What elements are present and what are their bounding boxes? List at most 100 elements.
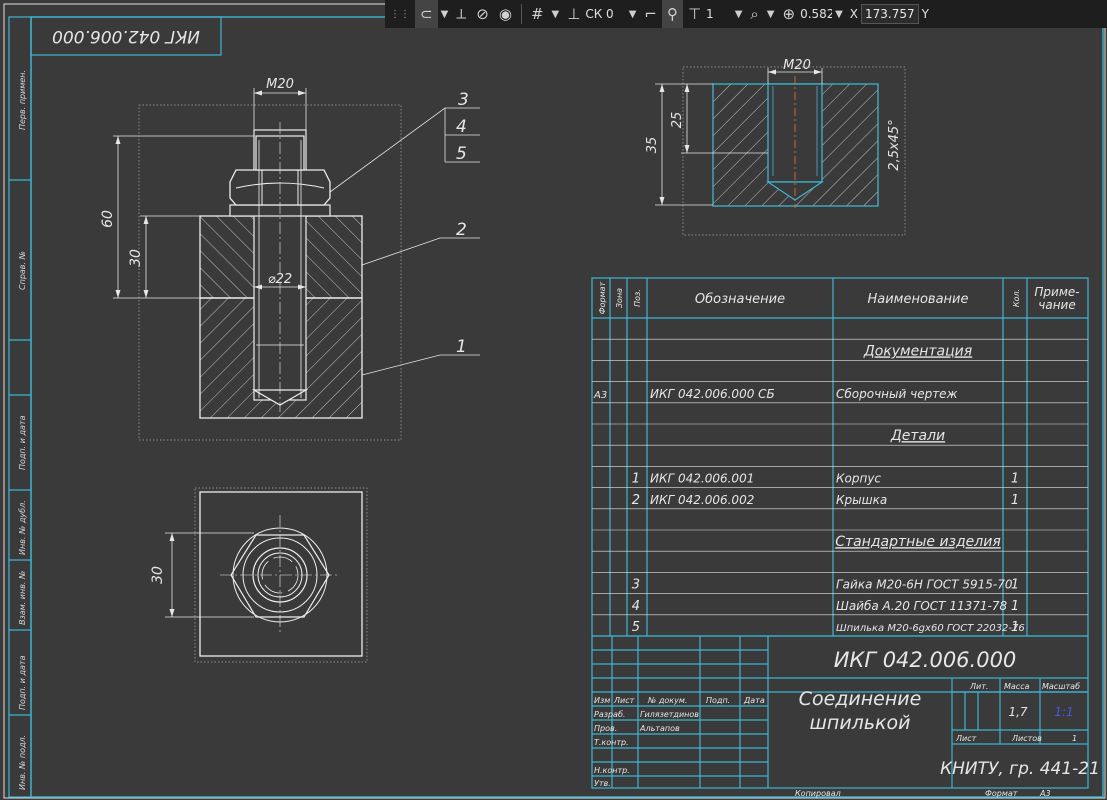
magnet-snap-icon[interactable]: ⊂ xyxy=(415,0,438,28)
front-dim-30: 30 xyxy=(128,249,144,267)
layer-icon[interactable]: ⊤ xyxy=(683,0,706,28)
top-dim-30: 30 xyxy=(150,566,166,584)
zoom-dropdown-chevron-icon[interactable]: ▼ xyxy=(832,9,846,20)
front-dim-m20: М20 xyxy=(266,77,294,92)
step-icon[interactable]: ⌐ xyxy=(639,0,662,28)
spec-cell-designation: ИКГ 042.006.000 СБ xyxy=(650,387,775,401)
top-stamp-text: ИКГ 042.006.000 xyxy=(52,26,200,46)
grip-icon[interactable]: ⋮⋮ xyxy=(385,0,415,28)
spec-cell-designation: ИКГ 042.006.001 xyxy=(650,472,754,486)
hide-icon[interactable]: ⊘ xyxy=(471,0,494,28)
tb-format-label: Формат xyxy=(985,789,1018,798)
spec-cell-name: Сборочный чертеж xyxy=(836,387,958,401)
spec-cell-qty: 1 xyxy=(1011,493,1019,508)
tb-scale-value: 1:1 xyxy=(1054,705,1073,719)
callout-2: 2 xyxy=(456,220,467,240)
spec-cell-name: Шпилька М20-6gх60 ГОСТ 22032-76 xyxy=(836,623,1025,634)
title-name-line2: шпилькой xyxy=(810,712,911,734)
side-stamp-labels: Перв. примен. Справ. № Подп. и дата Инв.… xyxy=(18,70,27,790)
tb-col-sign: Подп. xyxy=(706,696,730,705)
front-dim-60: 60 xyxy=(100,210,116,228)
tb-col-date: Дата xyxy=(743,696,765,705)
spec-cell-pos: 1 xyxy=(632,472,640,487)
tb-listov-value: 1 xyxy=(1072,734,1077,743)
tb-col-doc: № докум. xyxy=(647,696,687,705)
callout-5: 5 xyxy=(456,144,467,164)
callout-3: 3 xyxy=(458,90,469,110)
tb-org: КНИТУ, гр. 441-21 xyxy=(940,759,1100,779)
spec-cell-pos: 3 xyxy=(632,578,640,593)
top-view[interactable]: 30 xyxy=(150,487,368,663)
spec-cell-name: Документация xyxy=(863,343,972,359)
title-designation: ИКГ 042.006.000 xyxy=(834,648,1017,672)
sheet-frame xyxy=(3,3,1106,799)
spec-cell-name: Стандартные изделия xyxy=(835,534,1001,550)
layer-link-icon[interactable]: ⚲ xyxy=(661,0,683,28)
detail-view[interactable]: М20 35 25 2,5x45° xyxy=(645,58,906,236)
side-label-podp1: Подп. и дата xyxy=(18,415,27,470)
detail-dim-chamfer: 2,5x45° xyxy=(887,119,902,170)
callout-4: 4 xyxy=(456,117,467,137)
show-icon[interactable]: ◉ xyxy=(494,0,517,28)
detail-dim-35: 35 xyxy=(645,137,660,154)
side-label-sprav: Справ. № xyxy=(18,251,27,290)
tb-format-value: А3 xyxy=(1039,789,1051,798)
callout-1: 1 xyxy=(456,337,467,357)
tb-lit: Лит. xyxy=(969,682,988,691)
spec-header-designation: Обозначение xyxy=(695,292,785,307)
spec-cell-pos: 4 xyxy=(632,599,640,614)
snap-dropdown-chevron-icon[interactable]: ▼ xyxy=(438,9,452,20)
grid-icon[interactable]: # xyxy=(526,0,549,28)
tb-razrab: Разраб. xyxy=(594,710,625,719)
toolbar-separator xyxy=(520,4,522,24)
layer-dropdown-chevron-icon[interactable]: ▼ xyxy=(732,9,746,20)
spec-cell-qty: 1 xyxy=(1011,620,1019,635)
tb-col-izm: Изм xyxy=(594,696,610,705)
coordinate-system-icon[interactable]: ⊥ xyxy=(562,0,585,28)
spec-cell-name: Детали xyxy=(890,428,945,444)
zoom-icon[interactable]: ⊕ xyxy=(778,0,801,28)
spec-cell-name: Гайка М20-6Н ГОСТ 5915-70 xyxy=(836,578,1013,592)
spec-header-format: Формат xyxy=(598,281,607,314)
layer-select[interactable]: 1 xyxy=(706,7,714,21)
side-label-vzam: Взам. инв. № xyxy=(18,571,27,625)
orthogonal-icon[interactable]: ⟂ xyxy=(451,0,471,28)
cs-dropdown-chevron-icon[interactable]: ▼ xyxy=(626,9,640,20)
tb-prov: Пров. xyxy=(594,724,617,733)
tb-listov: Листов xyxy=(1011,734,1042,743)
zoom-input[interactable]: 0.582 xyxy=(800,7,832,21)
tb-tkontr: Т.контр. xyxy=(594,738,629,747)
tb-mass-value: 1,7 xyxy=(1008,705,1027,719)
spec-cell-qty: 1 xyxy=(1011,472,1019,487)
coordinate-system-select[interactable]: СК 0 xyxy=(585,7,613,21)
tb-utv: Утв. xyxy=(594,779,611,788)
side-label-podl: Инв. № подл. xyxy=(18,735,27,790)
x-coord-field[interactable]: 173.757 xyxy=(861,4,919,24)
tb-prov-name: Альтапов xyxy=(639,724,680,733)
specification-table[interactable]: Формат Зона Поз. Обозначение Наименовани… xyxy=(591,277,1089,637)
spec-header-zone: Зона xyxy=(615,288,624,308)
spec-cell-qty: 1 xyxy=(1011,578,1019,593)
spec-cell-name: Корпус xyxy=(836,472,881,486)
top-stamp: ИКГ 042.006.000 xyxy=(30,16,222,56)
front-dim-d22: ⌀22 xyxy=(268,272,292,287)
view-search-icon[interactable]: ⌕ xyxy=(745,0,763,28)
side-label-podp2: Подп. и дата xyxy=(18,655,27,710)
tb-copied: Копировал xyxy=(795,789,841,798)
detail-dim-25: 25 xyxy=(670,112,685,129)
top-toolbar: ⋮⋮ ⊂ ▼ ⟂ ⊘ ◉ # ▼ ⊥ СК 0 ▼ ⌐ ⚲ ⊤ 1 ▼ ⌕ ▼ … xyxy=(385,0,1107,28)
side-label-perv: Перв. примен. xyxy=(18,70,27,130)
drawing-sheet[interactable]: Перв. примен. Справ. № Подп. и дата Инв.… xyxy=(0,0,1107,800)
y-coord-label: Y xyxy=(921,7,929,21)
view-dropdown-chevron-icon[interactable]: ▼ xyxy=(764,9,778,20)
title-name-line1: Соединение xyxy=(799,688,922,710)
spec-cell-designation: ИКГ 042.006.002 xyxy=(650,493,754,507)
front-view[interactable]: М20 60 30 ⌀22 3 4 5 2 1 xyxy=(100,77,480,441)
title-block[interactable]: ИКГ 042.006.000 Соединение шпилькой Изм … xyxy=(591,635,1100,798)
tb-masshtab: Масштаб xyxy=(1042,682,1080,691)
detail-dim-m20: М20 xyxy=(783,58,811,73)
spec-header-name: Наименование xyxy=(867,292,968,307)
spec-cell-qty: 1 xyxy=(1011,599,1019,614)
spec-cell-name: Крышка xyxy=(836,493,887,507)
grid-dropdown-chevron-icon[interactable]: ▼ xyxy=(549,9,563,20)
